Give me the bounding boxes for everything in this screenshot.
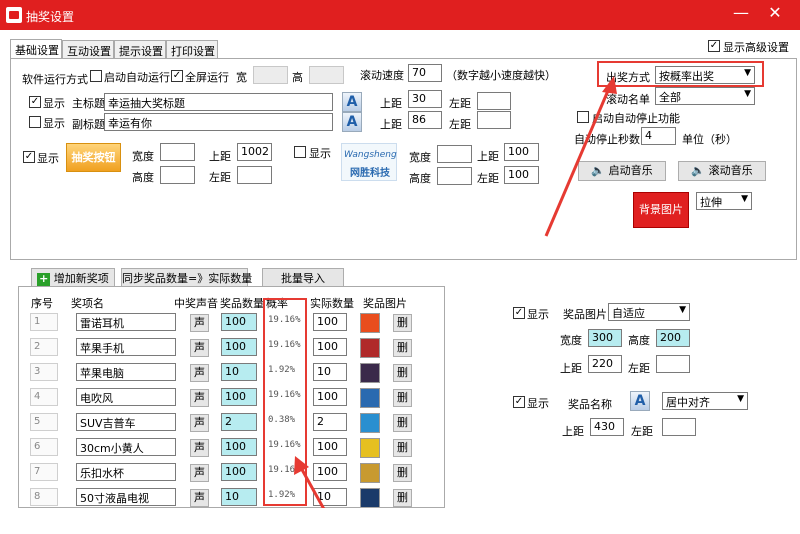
annotation-arrows (294, 76, 617, 521)
arrowhead-probability (294, 456, 309, 475)
bottom-area (0, 508, 800, 534)
arrowhead-draw-mode (602, 76, 617, 94)
arrow-to-draw-mode (544, 85, 612, 237)
